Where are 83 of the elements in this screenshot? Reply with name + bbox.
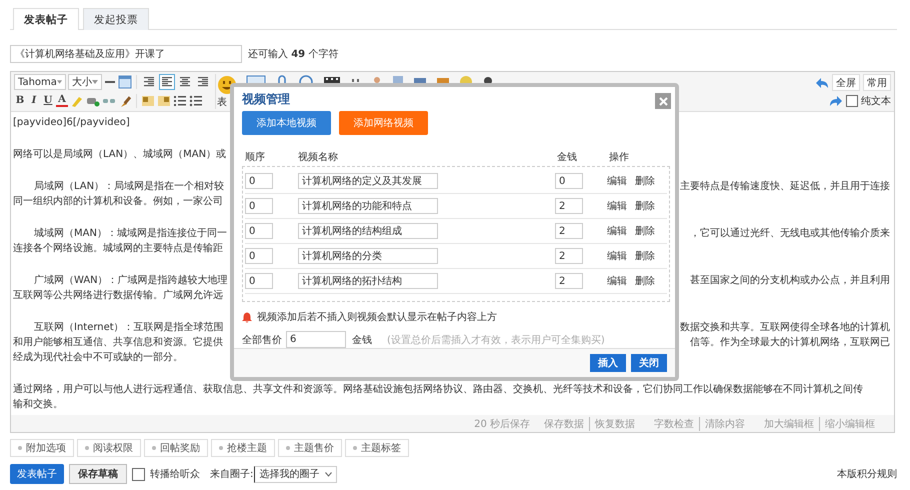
dialog-button[interactable]: 插入	[590, 354, 626, 372]
money-field[interactable]: 2	[555, 273, 583, 290]
editor-text: 广域网（WAN）：广域网是指跨越较大地理	[33, 274, 228, 288]
order-field[interactable]: 0	[245, 273, 273, 290]
editor-text: 经成为现代社会中不可或缺的一部分。	[13, 350, 183, 365]
row-action-link[interactable]: 编辑	[607, 174, 627, 188]
option-button[interactable]: 抢楼主题	[211, 439, 275, 457]
editor-text: 互联网等公共网络进行数据传输。广域网允许远	[13, 288, 223, 303]
editor-text: 通过网络，用户可以与他人进行远程通信、获取信息、共享文件和资源等。网络基础设施包括网络协议、路由器、交换机、光纤等技术和设备，它们协同工作以确保数据能够在不同计算机之间传	[13, 382, 863, 397]
save-draft-button[interactable]: 保存草稿	[69, 464, 127, 484]
row-action-link[interactable]: 编辑	[607, 274, 627, 288]
submit-button[interactable]: 发表帖子	[10, 464, 64, 484]
editor-text: 连接各个网络设施。城域网的主要特点是传输距	[13, 242, 223, 256]
row-action-link[interactable]: 删除	[635, 174, 655, 188]
column-header: 金钱	[557, 150, 578, 164]
editor-text: 数据交换和共享。互联网使得全球各地的计算机	[680, 320, 890, 335]
option-button[interactable]: 附加选项	[10, 439, 74, 457]
circle-select[interactable]: 选择我的圈子	[254, 466, 338, 482]
tab[interactable]: 发起投票	[83, 8, 149, 30]
editor-text: 局域网（LAN）：局域网是指在一个相对较	[33, 180, 224, 194]
price-unit: 金钱	[352, 334, 372, 347]
price-label: 全部售价	[242, 334, 282, 347]
format-button[interactable]: I	[28, 95, 40, 106]
emoji-label: 表	[217, 96, 227, 109]
video-name-field[interactable]: 计算机网络的定义及其发展	[298, 173, 438, 190]
dialog-title: 视频管理	[242, 90, 290, 108]
broadcast-label: 转播给听众	[150, 468, 200, 481]
editor-text: 信等。作为全球最大的计算机网络，互联网已	[690, 336, 890, 350]
credit-rules-link[interactable]: 本版积分规则	[837, 467, 897, 481]
format-button[interactable]: A	[56, 94, 68, 108]
row-action-link[interactable]: 删除	[635, 199, 655, 214]
option-button[interactable]: 主题标签	[345, 439, 409, 457]
editor-text: 甚至国家之间的分支机构或办公点，并且利用	[690, 274, 890, 288]
format-button[interactable]: U	[42, 95, 54, 106]
money-field[interactable]: 2	[555, 248, 583, 264]
plain-text-label: 纯文本	[861, 94, 891, 108]
order-field[interactable]: 0	[245, 173, 273, 190]
common-button[interactable]: 常用	[863, 74, 891, 91]
circle-label: 来自圈子:	[210, 468, 254, 481]
column-header: 操作	[609, 150, 629, 164]
option-button[interactable]: 主题售价	[278, 439, 342, 457]
video-name-field[interactable]: 计算机网络的结构组成	[298, 223, 438, 240]
character-counter: 还可输入 49 个字符	[248, 48, 338, 61]
money-field[interactable]: 0	[555, 173, 583, 190]
video-name-field[interactable]: 计算机网络的拓扑结构	[298, 273, 438, 290]
row-action-link[interactable]: 编辑	[607, 249, 627, 264]
option-button[interactable]: 回帖奖励	[144, 439, 208, 457]
column-header: 顺序	[245, 150, 266, 164]
add-video-button[interactable]: 添加本地视频	[242, 111, 331, 136]
row-action-link[interactable]: 编辑	[607, 199, 627, 214]
column-header: 视频名称	[298, 150, 339, 164]
order-field[interactable]: 0	[245, 223, 273, 240]
editor-text: 主要特点是传输速度快、延迟低，并且用于连接	[680, 180, 890, 194]
dialog-note: 视频添加后若不插入则视频会默认显示在帖子内容上方	[257, 310, 497, 324]
row-action-link[interactable]: 删除	[635, 224, 655, 238]
editor-text: ，它可以通过光纤、无线电或其他传输介质来	[690, 226, 890, 241]
autosave-status: 20 秒后保存	[474, 418, 530, 430]
video-name-field[interactable]: 计算机网络的分类	[298, 248, 438, 264]
size-select[interactable]: 大小	[68, 74, 102, 90]
row-action-link[interactable]: 删除	[635, 249, 655, 264]
editor-text: [payvideo]6[/payvideo]	[13, 116, 130, 130]
row-action-link[interactable]: 删除	[635, 274, 655, 288]
order-field[interactable]: 0	[245, 248, 273, 264]
editor-text: 和用户能够相互通信、共享信息和资源。它提供	[13, 336, 223, 350]
editor-text: 同一组织内部的计算机和设备。例如，一家公司	[13, 194, 223, 209]
format-button[interactable]: B	[14, 95, 26, 106]
editor-text: 城域网（MAN）：城域网是指连接位于同一	[33, 226, 227, 241]
price-field[interactable]: 6	[286, 331, 346, 348]
editor-text: 网络可以是局域网（LAN）、城域网（MAN）或	[13, 148, 226, 162]
video-name-field[interactable]: 计算机网络的功能和特点	[298, 198, 438, 214]
subject-field[interactable]: 《计算机网络基础及应用》开课了	[10, 45, 242, 63]
fullscreen-button[interactable]: 全屏	[832, 74, 860, 91]
dialog-button[interactable]: 关闭	[631, 354, 667, 372]
order-field[interactable]: 0	[245, 198, 273, 214]
price-hint: (设置总价后需插入才有效，表示用户可全集购买)	[387, 334, 605, 347]
row-action-link[interactable]: 编辑	[607, 224, 627, 238]
font-select[interactable]: Tahoma	[14, 74, 66, 90]
money-field[interactable]: 2	[555, 223, 583, 240]
tab[interactable]: 发表帖子	[13, 8, 79, 30]
money-field[interactable]: 2	[555, 198, 583, 214]
option-button[interactable]: 阅读权限	[77, 439, 141, 457]
editor-text: 输和交换。	[13, 398, 63, 412]
editor-text: 互联网（Internet）：互联网是指全球范围	[33, 320, 224, 335]
